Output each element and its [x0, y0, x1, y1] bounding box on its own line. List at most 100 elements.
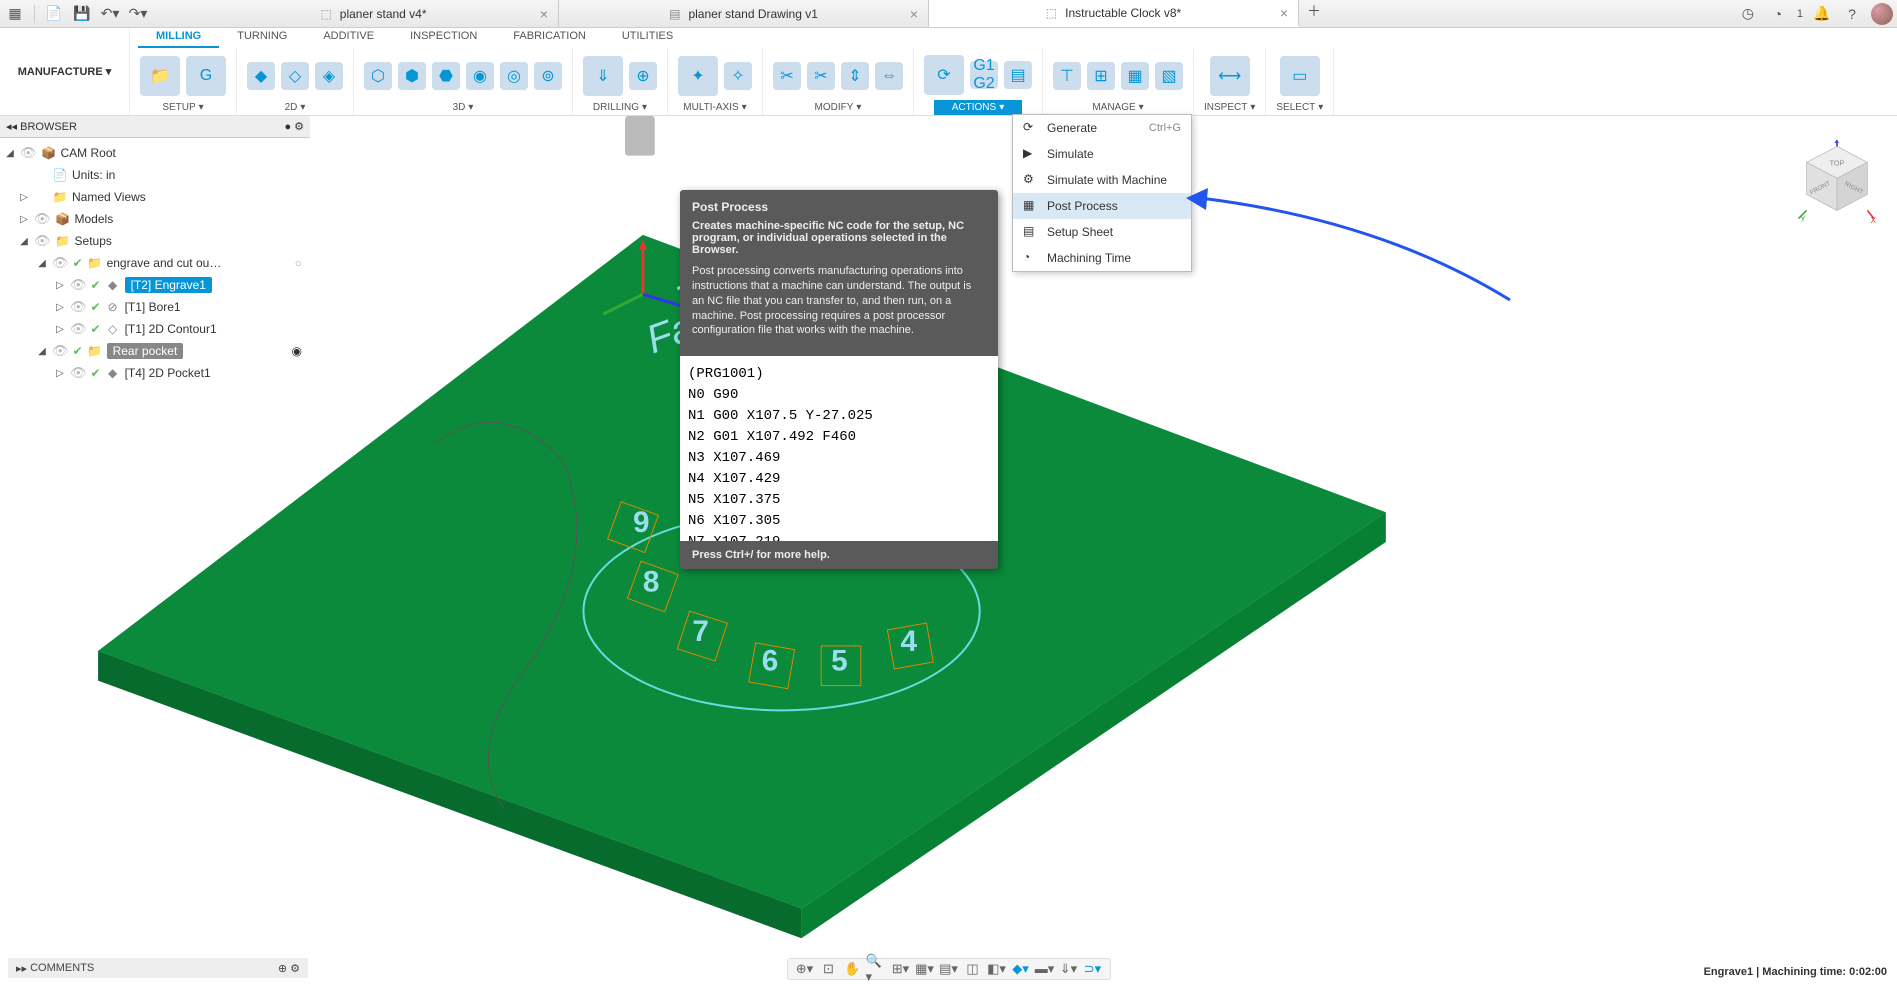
tree-twisty-icon[interactable]: ▷ [54, 324, 66, 335]
multiaxis-icon[interactable]: ✦ [678, 56, 718, 96]
viewports-icon[interactable]: ◧▾ [986, 960, 1008, 978]
new-tab-button[interactable]: ＋ [1299, 0, 1329, 22]
look-at-icon[interactable]: ⊡ [818, 960, 840, 978]
close-icon[interactable]: × [1280, 5, 1288, 21]
tree-twisty-icon[interactable]: ▷ [54, 368, 66, 379]
browser-settings-icon[interactable]: ● ⚙ [284, 120, 304, 133]
zoom-icon[interactable]: 🔍▾ [866, 960, 888, 978]
toolpath-icon[interactable]: ⊃▾ [1082, 960, 1104, 978]
setup-sheet-icon[interactable]: ▤ [1004, 61, 1032, 89]
post-library-icon[interactable]: ▦ [1121, 62, 1149, 90]
tree-twisty-icon[interactable]: ▷ [54, 280, 66, 291]
tree-row[interactable]: ◢👁📁Setups [0, 230, 310, 252]
group-label[interactable]: ACTIONS ▾ [934, 100, 1022, 115]
radio-icon[interactable]: ◉ [292, 344, 302, 358]
post-process-icon[interactable]: G1G2 [970, 61, 998, 89]
snap-icon[interactable]: ◫ [962, 960, 984, 978]
undo-icon[interactable]: ↶▾ [99, 3, 121, 25]
3d-op-icon[interactable]: ◉ [466, 62, 494, 90]
visibility-icon[interactable]: 👁 [70, 365, 87, 381]
tree-twisty-icon[interactable]: ◢ [18, 236, 30, 247]
visibility-icon[interactable]: 👁 [52, 255, 69, 271]
ribbon-tab-additive[interactable]: ADDITIVE [305, 28, 392, 48]
pan-icon[interactable]: ✋ [842, 960, 864, 978]
actions-menu-item[interactable]: ▶Simulate [1013, 141, 1191, 167]
close-icon[interactable]: × [540, 6, 548, 22]
ground-icon[interactable]: ▬▾ [1034, 960, 1056, 978]
group-label[interactable]: 3D ▾ [453, 102, 474, 115]
group-label[interactable]: MULTI-AXIS ▾ [683, 102, 746, 115]
tree-row[interactable]: ▷👁✔◆[T2] Engrave1 [0, 274, 310, 296]
tree-twisty-icon[interactable]: ◢ [4, 148, 16, 159]
tree-row[interactable]: ◢👁✔📁Rear pocket◉ [0, 340, 310, 362]
actions-menu-item[interactable]: ⚙Simulate with Machine [1013, 167, 1191, 193]
tree-row[interactable]: ◢👁✔📁engrave and cut ou…○ [0, 252, 310, 274]
redo-icon[interactable]: ↷▾ [127, 3, 149, 25]
nc-program-icon[interactable]: G [186, 56, 226, 96]
browser-header[interactable]: ◂◂ BROWSER ● ⚙ [0, 116, 310, 138]
multiaxis-icon[interactable]: ✧ [724, 62, 752, 90]
select-icon[interactable]: ▭ [1280, 56, 1320, 96]
ribbon-tab-inspection[interactable]: INSPECTION [392, 28, 495, 48]
modify-icon[interactable]: ⇔ [875, 62, 903, 90]
ribbon-tab-fabrication[interactable]: FABRICATION [495, 28, 604, 48]
visibility-icon[interactable]: 👁 [70, 321, 87, 337]
ribbon-tab-milling[interactable]: MILLING [138, 28, 219, 48]
viewcube[interactable]: TOP FRONT RIGHT Y X Z [1797, 140, 1877, 220]
group-label[interactable]: INSPECT ▾ [1204, 102, 1255, 115]
visibility-icon[interactable]: 👁 [34, 233, 51, 249]
tree-row[interactable]: 📄Units: in [0, 164, 310, 186]
tool-library-icon[interactable]: ⊤ [1053, 62, 1081, 90]
tree-row[interactable]: ◢👁📦CAM Root [0, 142, 310, 164]
doc-tab-1[interactable]: ▤planer stand Drawing v1× [559, 0, 929, 27]
2d-op-icon[interactable]: ◆ [247, 62, 275, 90]
machine-library-icon[interactable]: ⊞ [1087, 62, 1115, 90]
visibility-icon[interactable]: 👁 [20, 145, 37, 161]
2d-op-icon[interactable]: ◈ [315, 62, 343, 90]
help-icon[interactable]: ? [1841, 3, 1863, 25]
visibility-icon[interactable]: 👁 [34, 211, 51, 227]
doc-tab-2[interactable]: ⬚Instructable Clock v8*× [929, 0, 1299, 27]
3d-op-icon[interactable]: ⬡ [364, 62, 392, 90]
3d-op-icon[interactable]: ⬢ [398, 62, 426, 90]
actions-menu-item[interactable]: ◔Machining Time [1013, 245, 1191, 271]
generate-icon[interactable]: ⟳ [924, 55, 964, 95]
tree-twisty-icon[interactable]: ▷ [18, 214, 30, 225]
tree-twisty-icon[interactable]: ◢ [36, 258, 48, 269]
comments-panel-header[interactable]: ▸▸ COMMENTS ⊕ ⚙ [8, 958, 308, 978]
group-label[interactable]: SETUP ▾ [162, 102, 203, 115]
user-avatar[interactable] [1871, 3, 1893, 25]
extensions-icon[interactable]: ◷ [1737, 3, 1759, 25]
group-label[interactable]: 2D ▾ [285, 102, 306, 115]
tree-row[interactable]: ▷👁✔◇[T1] 2D Contour1 [0, 318, 310, 340]
ribbon-tab-utilities[interactable]: UTILITIES [604, 28, 691, 48]
fit-icon[interactable]: ⊞▾ [890, 960, 912, 978]
tree-twisty-icon[interactable]: ▷ [54, 302, 66, 313]
2d-op-icon[interactable]: ◇ [281, 62, 309, 90]
tree-row[interactable]: ▷👁📦Models [0, 208, 310, 230]
tree-row[interactable]: ▷📁Named Views [0, 186, 310, 208]
grid-icon[interactable]: ▤▾ [938, 960, 960, 978]
group-label[interactable]: MODIFY ▾ [815, 102, 862, 115]
ribbon-tab-turning[interactable]: TURNING [219, 28, 305, 48]
folder-icon[interactable]: 📁 [140, 56, 180, 96]
tree-twisty-icon[interactable]: ▷ [18, 192, 30, 203]
file-icon[interactable]: 📄 [43, 3, 65, 25]
modify-icon[interactable]: ✂ [807, 62, 835, 90]
3d-op-icon[interactable]: ⬣ [432, 62, 460, 90]
comments-expand-icon[interactable]: ▸▸ [16, 962, 27, 975]
drill-icon[interactable]: ⇓ [583, 56, 623, 96]
tree-row[interactable]: ▷👁✔◆[T4] 2D Pocket1 [0, 362, 310, 384]
visibility-icon[interactable]: 👁 [70, 277, 87, 293]
modify-icon[interactable]: ⇕ [841, 62, 869, 90]
hole-recognition-icon[interactable]: ⊕ [629, 62, 657, 90]
layers-icon[interactable]: ◆▾ [1010, 960, 1032, 978]
radio-icon[interactable]: ○ [295, 256, 302, 270]
visibility-icon[interactable]: 👁 [70, 299, 87, 315]
tree-row[interactable]: ▷👁✔⊘[T1] Bore1 [0, 296, 310, 318]
orbit-icon[interactable]: ⊕▾ [794, 960, 816, 978]
close-icon[interactable]: × [910, 6, 918, 22]
actions-menu-item[interactable]: ▦Post Process [1013, 193, 1191, 219]
add-comment-icon[interactable]: ⊕ ⚙ [278, 962, 300, 975]
app-grid-icon[interactable]: ▦ [4, 3, 26, 25]
